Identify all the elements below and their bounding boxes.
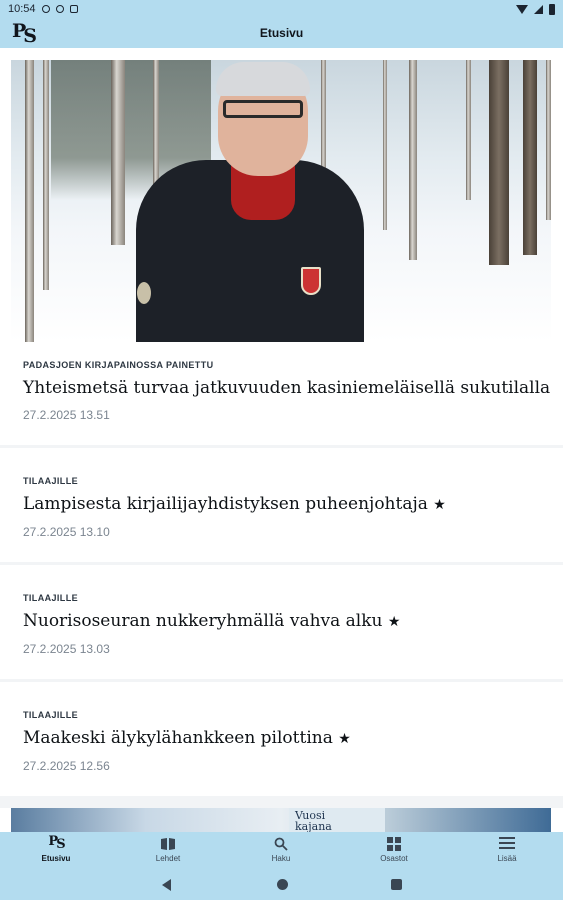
- article-headline[interactable]: Nuorisoseuran nukkeryhmällä vahva alku ★: [23, 611, 400, 631]
- headline-text: Lampisesta kirjailijayhdistyksen puheenj…: [23, 494, 428, 514]
- article-kicker: TILAAJILLE: [23, 710, 78, 720]
- article-kicker: TILAAJILLE: [23, 593, 78, 603]
- nav-label: Osastot: [380, 854, 408, 863]
- system-navigation-bar: [0, 870, 563, 900]
- battery-icon: [549, 3, 555, 15]
- next-article-card[interactable]: Vuosi kajana: [0, 808, 563, 832]
- notification-status-icon: [69, 5, 78, 13]
- signal-icon: [534, 4, 543, 14]
- article-feed[interactable]: PADASJOEN KIRJAPAINOSSA PAINETTU Yhteism…: [0, 48, 563, 832]
- article-date: 27.2.2025 12.56: [23, 759, 110, 773]
- hero-article-card[interactable]: PADASJOEN KIRJAPAINOSSA PAINETTU Yhteism…: [0, 48, 563, 445]
- settings-status-icon: [41, 5, 50, 13]
- next-article-photo[interactable]: Vuosi kajana: [11, 808, 551, 832]
- article-card[interactable]: TILAAJILLE Nuorisoseuran nukkeryhmällä v…: [0, 565, 563, 679]
- ps-logo-icon: PS: [48, 834, 65, 852]
- recents-icon[interactable]: [391, 879, 402, 890]
- nav-item-osastot[interactable]: Osastot: [338, 832, 450, 870]
- status-time: 10:54: [8, 3, 36, 15]
- status-bar: 10:54: [0, 0, 563, 18]
- article-card[interactable]: TILAAJILLE Maakeski älykylähankkeen pilo…: [0, 682, 563, 796]
- nav-label: Haku: [271, 854, 291, 863]
- search-icon: [274, 837, 288, 851]
- headline-text: Maakeski älykylähankkeen pilottina: [23, 728, 333, 748]
- nav-item-etusivu[interactable]: PS Etusivu: [0, 832, 112, 870]
- article-kicker: PADASJOEN KIRJAPAINOSSA PAINETTU: [23, 360, 214, 370]
- article-date: 27.2.2025 13.10: [23, 525, 110, 539]
- headline-text: Nuorisoseuran nukkeryhmällä vahva alku: [23, 611, 383, 631]
- subscriber-star-icon: ★: [387, 614, 401, 630]
- bottom-navigation: PS Etusivu Lehdet Haku Osastot Lisää: [0, 832, 563, 870]
- article-headline[interactable]: Lampisesta kirjailijayhdistyksen puheenj…: [23, 494, 446, 514]
- nav-label: Etusivu: [41, 854, 71, 863]
- book-icon: [161, 838, 175, 850]
- subscriber-star-icon: ★: [433, 497, 446, 513]
- page-title: Etusivu: [259, 26, 304, 40]
- article-date: 27.2.2025 13.03: [23, 642, 110, 656]
- article-kicker: TILAAJILLE: [23, 476, 78, 486]
- wifi-icon: [516, 4, 528, 14]
- subscriber-star-icon: ★: [338, 731, 351, 747]
- grid-icon: [387, 837, 401, 851]
- shield-status-icon: [55, 5, 64, 13]
- article-headline[interactable]: Maakeski älykylähankkeen pilottina ★: [23, 728, 351, 748]
- article-card[interactable]: TILAAJILLE Lampisesta kirjailijayhdistyk…: [0, 448, 563, 562]
- back-icon[interactable]: [162, 879, 171, 891]
- nav-item-lisaa[interactable]: Lisää: [451, 832, 563, 870]
- menu-icon: [499, 837, 515, 849]
- nav-item-lehdet[interactable]: Lehdet: [112, 832, 224, 870]
- headline-text: Yhteismetsä turvaa jatkuvuuden kasinieme…: [23, 378, 551, 398]
- article-date: 27.2.2025 13.51: [23, 408, 110, 422]
- home-icon[interactable]: [277, 879, 288, 890]
- nav-label: Lisää: [497, 854, 517, 863]
- photo-sign-text: Vuosi kajana: [289, 808, 385, 832]
- article-headline[interactable]: Yhteismetsä turvaa jatkuvuuden kasinieme…: [23, 378, 550, 398]
- nav-item-haku[interactable]: Haku: [225, 832, 337, 870]
- app-bar: PS Etusivu: [0, 18, 563, 48]
- nav-label: Lehdet: [155, 854, 181, 863]
- hero-photo[interactable]: [11, 60, 551, 342]
